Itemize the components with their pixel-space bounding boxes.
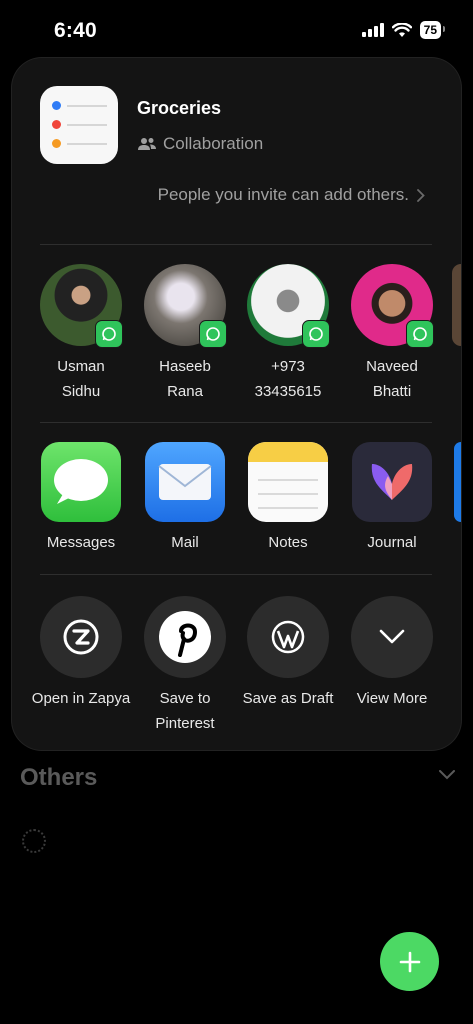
status-icons: 75: [361, 21, 446, 39]
chevron-down-icon[interactable]: [439, 770, 455, 780]
share-sheet: Groceries Collaboration People you invit…: [12, 58, 461, 750]
whatsapp-icon: [95, 320, 123, 348]
app-label: Journal: [367, 534, 417, 551]
people-icon: [138, 138, 156, 150]
action-label: View More: [356, 690, 428, 707]
battery-indicator: 75: [419, 21, 446, 39]
pinterest-icon: [144, 596, 226, 678]
chevron-right-icon: [417, 188, 425, 202]
cellular-signal-icon: [361, 23, 384, 37]
notes-icon: [248, 442, 328, 522]
action-label-line2: Pinterest: [155, 715, 215, 732]
avatar: [351, 264, 434, 348]
action-label: Save as Draft: [242, 690, 334, 707]
contact-first-name: Usman: [57, 358, 105, 375]
collaboration-label: Collaboration: [163, 134, 264, 153]
contact-first-name: +973: [271, 358, 305, 375]
plus-icon: [399, 951, 420, 972]
whatsapp-icon: [406, 320, 434, 348]
app-label: Mail: [171, 534, 199, 551]
action-label: Save to: [159, 690, 211, 707]
contact-last-name: Sidhu: [61, 383, 101, 400]
whatsapp-icon: [302, 320, 330, 348]
contact-last-name: Bhatti: [372, 383, 412, 400]
reminders-list-icon: [40, 86, 118, 164]
avatar: [144, 264, 227, 348]
wifi-icon: [391, 22, 412, 37]
next-app-peek: [454, 442, 461, 522]
share-title: Groceries: [137, 98, 222, 118]
messages-icon: [41, 442, 121, 522]
app-label: Messages: [46, 534, 116, 551]
contact-last-name: Rana: [167, 383, 203, 400]
contact-first-name: Haseeb: [159, 358, 211, 375]
journal-icon: [352, 442, 432, 522]
action-open-in-zapya[interactable]: Open in Zapya: [29, 596, 133, 711]
contact-haseeb-rana[interactable]: Haseeb Rana: [133, 264, 237, 404]
contact-phone-number[interactable]: +973 33435615: [236, 264, 340, 404]
app-mail[interactable]: Mail: [133, 442, 237, 555]
action-label: Open in Zapya: [31, 690, 131, 707]
divider: [40, 574, 432, 575]
app-journal[interactable]: Journal: [340, 442, 444, 555]
share-header: Groceries Collaboration: [40, 86, 440, 166]
whatsapp-icon: [199, 320, 227, 348]
action-save-as-draft[interactable]: Save as Draft: [236, 596, 340, 711]
app-messages[interactable]: Messages: [29, 442, 133, 555]
action-view-more[interactable]: View More: [340, 596, 444, 711]
section-title-others: Others: [20, 764, 98, 791]
status-bar: 6:40 75: [0, 0, 473, 60]
invite-text: People you invite can add others.: [157, 185, 409, 204]
avatar: [40, 264, 123, 348]
avatar: [247, 264, 330, 348]
app-label: Notes: [268, 534, 308, 551]
mail-icon: [145, 442, 225, 522]
add-button[interactable]: [380, 932, 439, 991]
next-contact-peek: [452, 264, 461, 346]
collaboration-option[interactable]: Collaboration: [137, 134, 263, 154]
contact-usman-sidhu[interactable]: Usman Sidhu: [29, 264, 133, 404]
contact-first-name: Naveed: [366, 358, 418, 375]
chevron-down-icon: [351, 596, 433, 678]
zapya-icon: [40, 596, 122, 678]
action-save-to-pinterest[interactable]: Save to Pinterest: [133, 596, 237, 736]
invite-permissions-link[interactable]: People you invite can add others.: [158, 185, 425, 205]
contact-naveed-bhatti[interactable]: Naveed Bhatti: [340, 264, 444, 404]
contact-last-name: 33435615: [254, 383, 322, 400]
status-time: 6:40: [54, 19, 97, 42]
divider: [40, 422, 432, 423]
reminder-checkbox[interactable]: [22, 829, 46, 853]
app-notes[interactable]: Notes: [236, 442, 340, 555]
divider: [40, 244, 432, 245]
wordpress-icon: [247, 596, 329, 678]
